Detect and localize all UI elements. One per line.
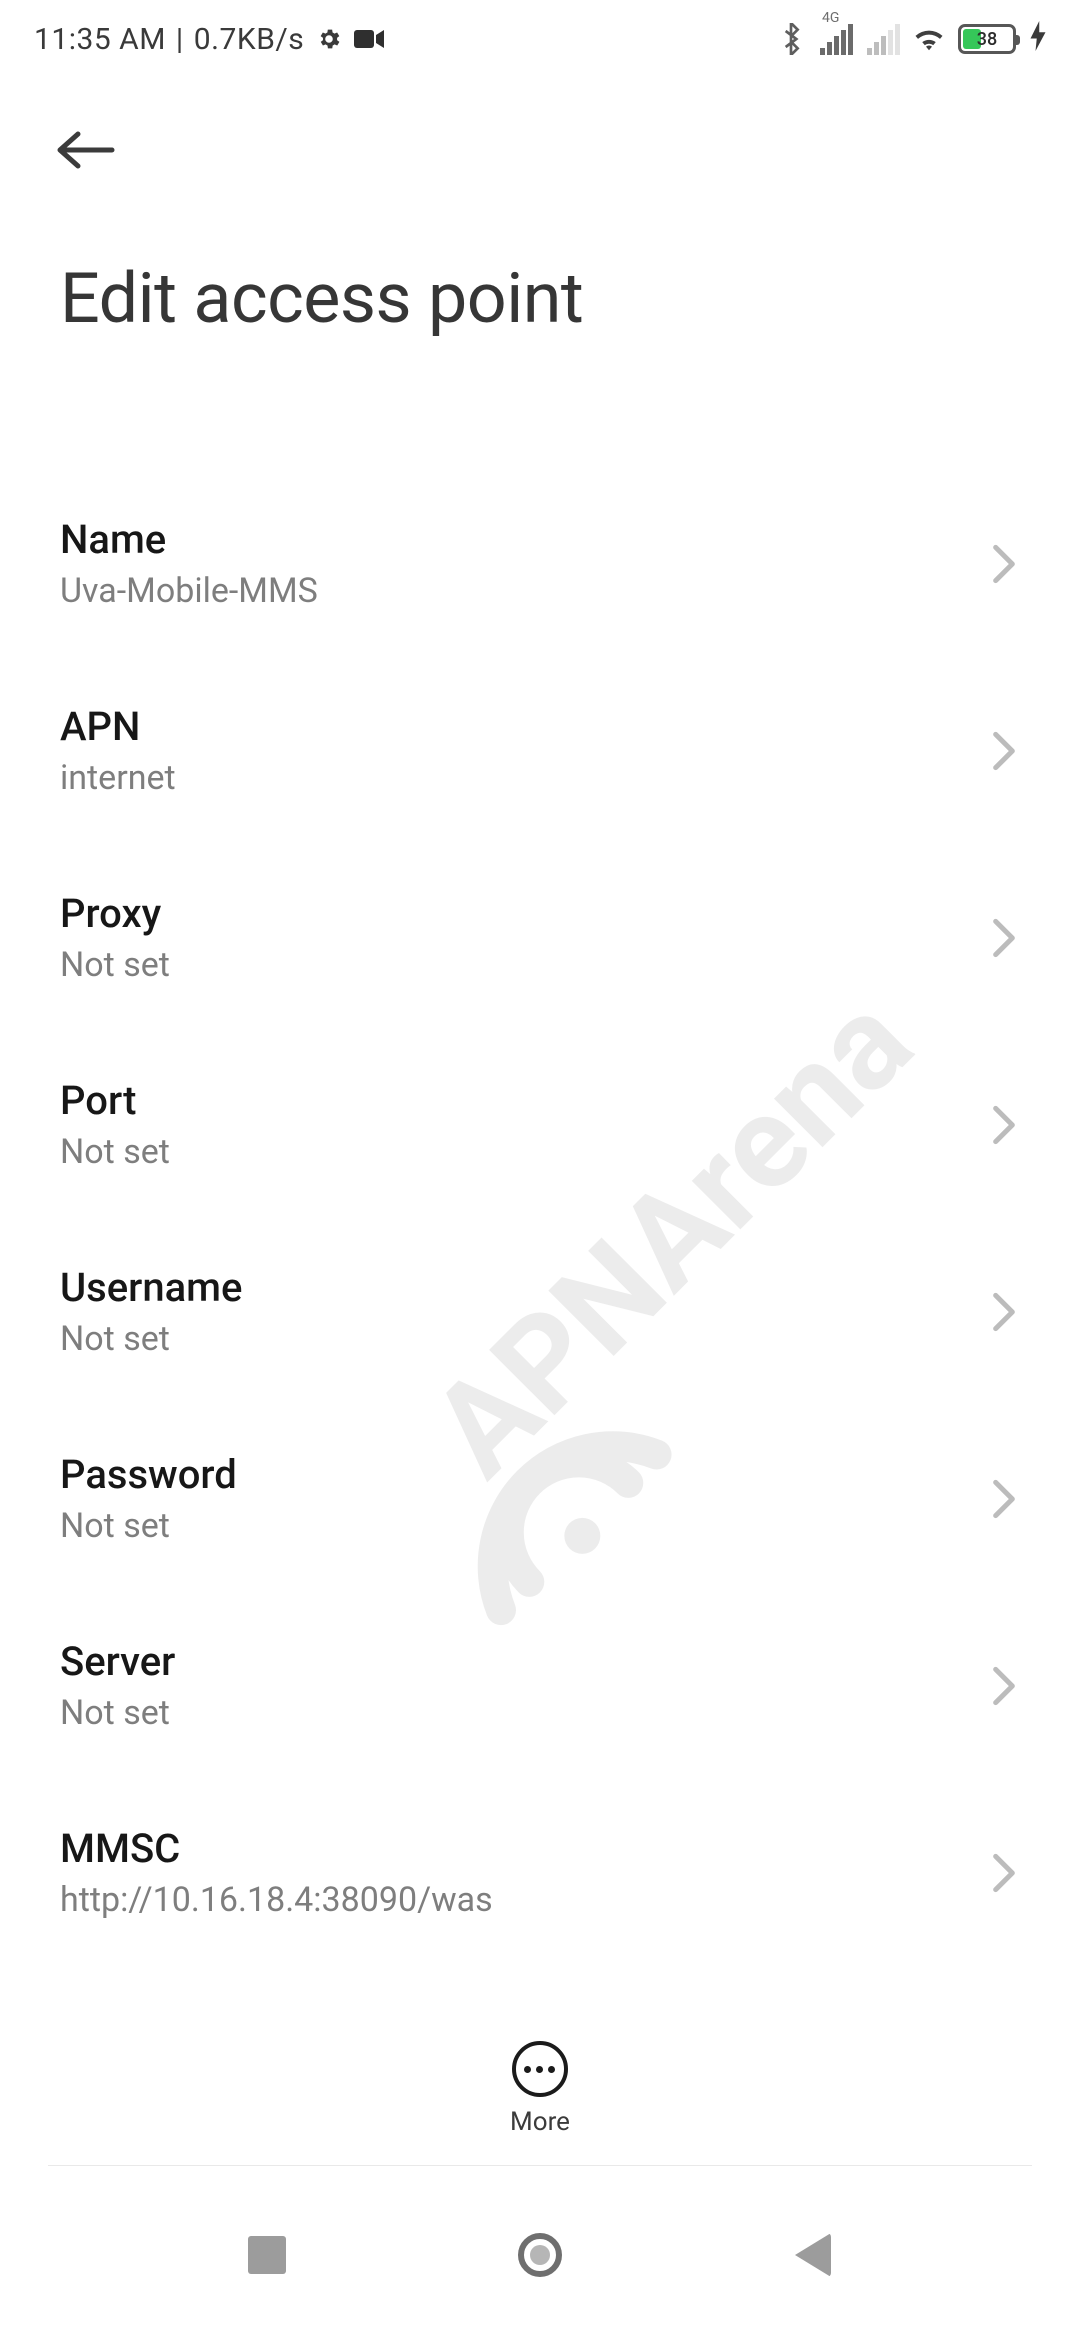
signal-sim1-icon: 4G [820,24,853,55]
setting-value: Not set [60,1132,170,1172]
nav-home-button[interactable] [500,2215,580,2295]
triangle-left-icon [795,2233,831,2277]
setting-label: Username [60,1264,242,1311]
setting-value: internet [60,758,176,798]
divider [48,2165,1032,2166]
setting-value: Not set [60,1506,237,1546]
setting-proxy[interactable]: Proxy Not set [60,844,1020,1031]
setting-label: Port [60,1077,170,1124]
setting-label: MMSC [60,1825,493,1872]
bluetooth-icon [776,24,806,54]
more-button[interactable]: More [510,2041,570,2137]
charging-icon [1030,21,1046,57]
setting-value: Uva-Mobile-MMS [60,571,318,611]
setting-value: http://10.16.18.4:38090/was [60,1880,493,1920]
signal-sim2-icon [867,24,900,55]
setting-label: Name [60,516,318,563]
apn-settings-list: Name Uva-Mobile-MMS APN internet Proxy N… [0,470,1080,2153]
chevron-right-icon [992,1853,1016,1893]
more-icon [512,2041,568,2097]
setting-server[interactable]: Server Not set [60,1592,1020,1779]
arrow-left-icon [56,130,120,170]
chevron-right-icon [992,1105,1016,1145]
setting-label: Server [60,1638,175,1685]
setting-value: Not set [60,1319,242,1359]
page-title: Edit access point [60,258,1020,340]
setting-apn[interactable]: APN internet [60,657,1020,844]
scroll-fade [0,1984,1080,2014]
status-bar: 11:35 AM | 0.7KB/s 4G 38 [0,0,1080,78]
setting-mmsc[interactable]: MMSC http://10.16.18.4:38090/was [60,1779,1020,1966]
chevron-right-icon [992,918,1016,958]
setting-value: Not set [60,945,170,985]
status-time: 11:35 AM [34,22,166,57]
video-icon [354,24,384,54]
battery-icon: 38 [958,24,1016,54]
more-label: More [510,2107,570,2137]
setting-port[interactable]: Port Not set [60,1031,1020,1218]
status-separator: | [176,22,184,57]
status-data-rate: 0.7KB/s [194,22,305,57]
setting-label: APN [60,703,176,750]
setting-name[interactable]: Name Uva-Mobile-MMS [60,470,1020,657]
system-nav-bar [0,2170,1080,2340]
square-icon [248,2236,286,2274]
gear-icon [314,24,344,54]
setting-label: Proxy [60,890,170,937]
circle-icon [518,2233,562,2277]
setting-value: Not set [60,1693,175,1733]
chevron-right-icon [992,1479,1016,1519]
chevron-right-icon [992,1292,1016,1332]
nav-back-button[interactable] [773,2215,853,2295]
action-bar: More [0,2014,1080,2164]
setting-label: Password [60,1451,237,1498]
setting-password[interactable]: Password Not set [60,1405,1020,1592]
wifi-icon [914,24,944,54]
battery-percent: 38 [961,29,1013,50]
chevron-right-icon [992,544,1016,584]
nav-recent-button[interactable] [227,2215,307,2295]
setting-username[interactable]: Username Not set [60,1218,1020,1405]
chevron-right-icon [992,1666,1016,1706]
chevron-right-icon [992,731,1016,771]
back-button[interactable] [56,114,128,186]
